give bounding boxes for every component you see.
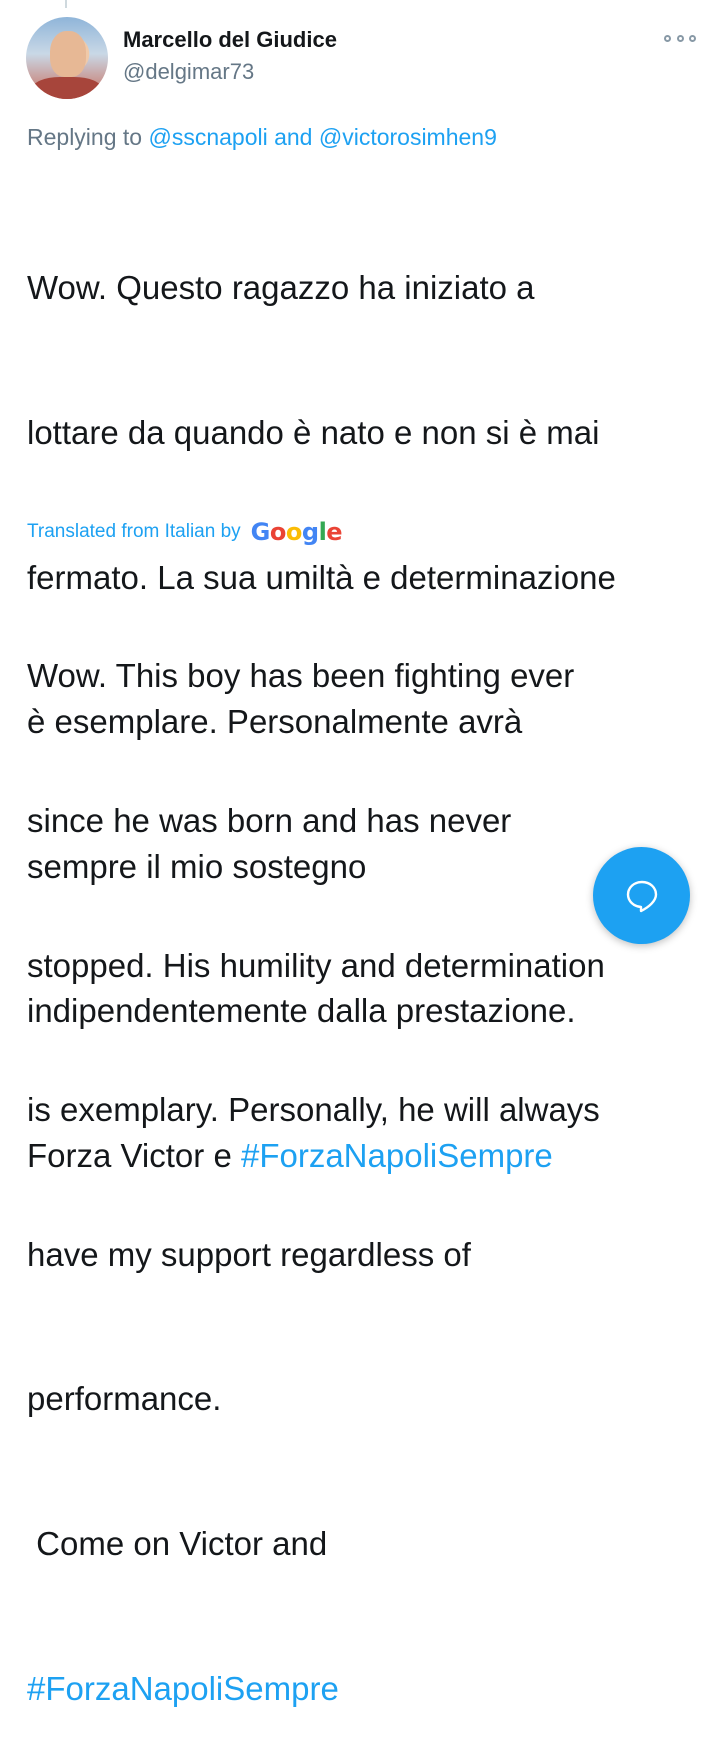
compose-reply-icon bbox=[626, 880, 657, 912]
text-line: #ForzaNapoliSempre bbox=[27, 1665, 697, 1713]
text-line: Wow. Questo ragazzo ha iniziato a bbox=[27, 269, 535, 307]
avatar[interactable] bbox=[26, 17, 108, 99]
translation-label: Translated from Italian by bbox=[27, 521, 241, 542]
more-options-icon[interactable] bbox=[664, 28, 696, 48]
translation-attribution[interactable]: Translated from Italian by Google bbox=[27, 518, 343, 546]
replying-and: and bbox=[274, 124, 313, 150]
more-dot bbox=[664, 34, 671, 42]
text-line: since he was born and has never bbox=[27, 802, 512, 840]
text-line: performance. bbox=[27, 1380, 222, 1418]
replying-prefix: Replying to bbox=[27, 124, 143, 150]
text-line: Wow. This boy has been fighting ever bbox=[27, 657, 575, 695]
replying-to: Replying to @sscnapoli and @victorosimhe… bbox=[27, 124, 497, 151]
text-line: is exemplary. Personally, he will always bbox=[27, 1091, 600, 1129]
mention-link-sscnapoli[interactable]: @sscnapoli bbox=[148, 124, 267, 150]
avatar-shirt bbox=[32, 77, 102, 99]
author-name[interactable]: Marcello del Giudice bbox=[123, 27, 337, 53]
more-dot bbox=[676, 34, 684, 42]
avatar-face bbox=[50, 31, 86, 77]
google-logo: Google bbox=[250, 518, 343, 546]
thread-connector-line bbox=[65, 0, 67, 8]
text-line: Come on Victor and bbox=[27, 1525, 328, 1563]
text-line: have my support regardless of bbox=[27, 1235, 471, 1273]
compose-reply-button[interactable] bbox=[593, 847, 690, 944]
text-line: lottare da quando è nato e non si è mai bbox=[27, 414, 600, 452]
more-dot bbox=[689, 34, 696, 42]
hashtag-link[interactable]: #ForzaNapoliSempre bbox=[27, 1670, 339, 1707]
tweet-translated-text: Wow. This boy has been fighting ever sin… bbox=[27, 556, 697, 1761]
author-handle[interactable]: @delgimar73 bbox=[123, 59, 254, 85]
mention-link-victorosimhen9[interactable]: @victorosimhen9 bbox=[319, 124, 497, 150]
text-line: stopped. His humility and determination bbox=[27, 946, 605, 984]
